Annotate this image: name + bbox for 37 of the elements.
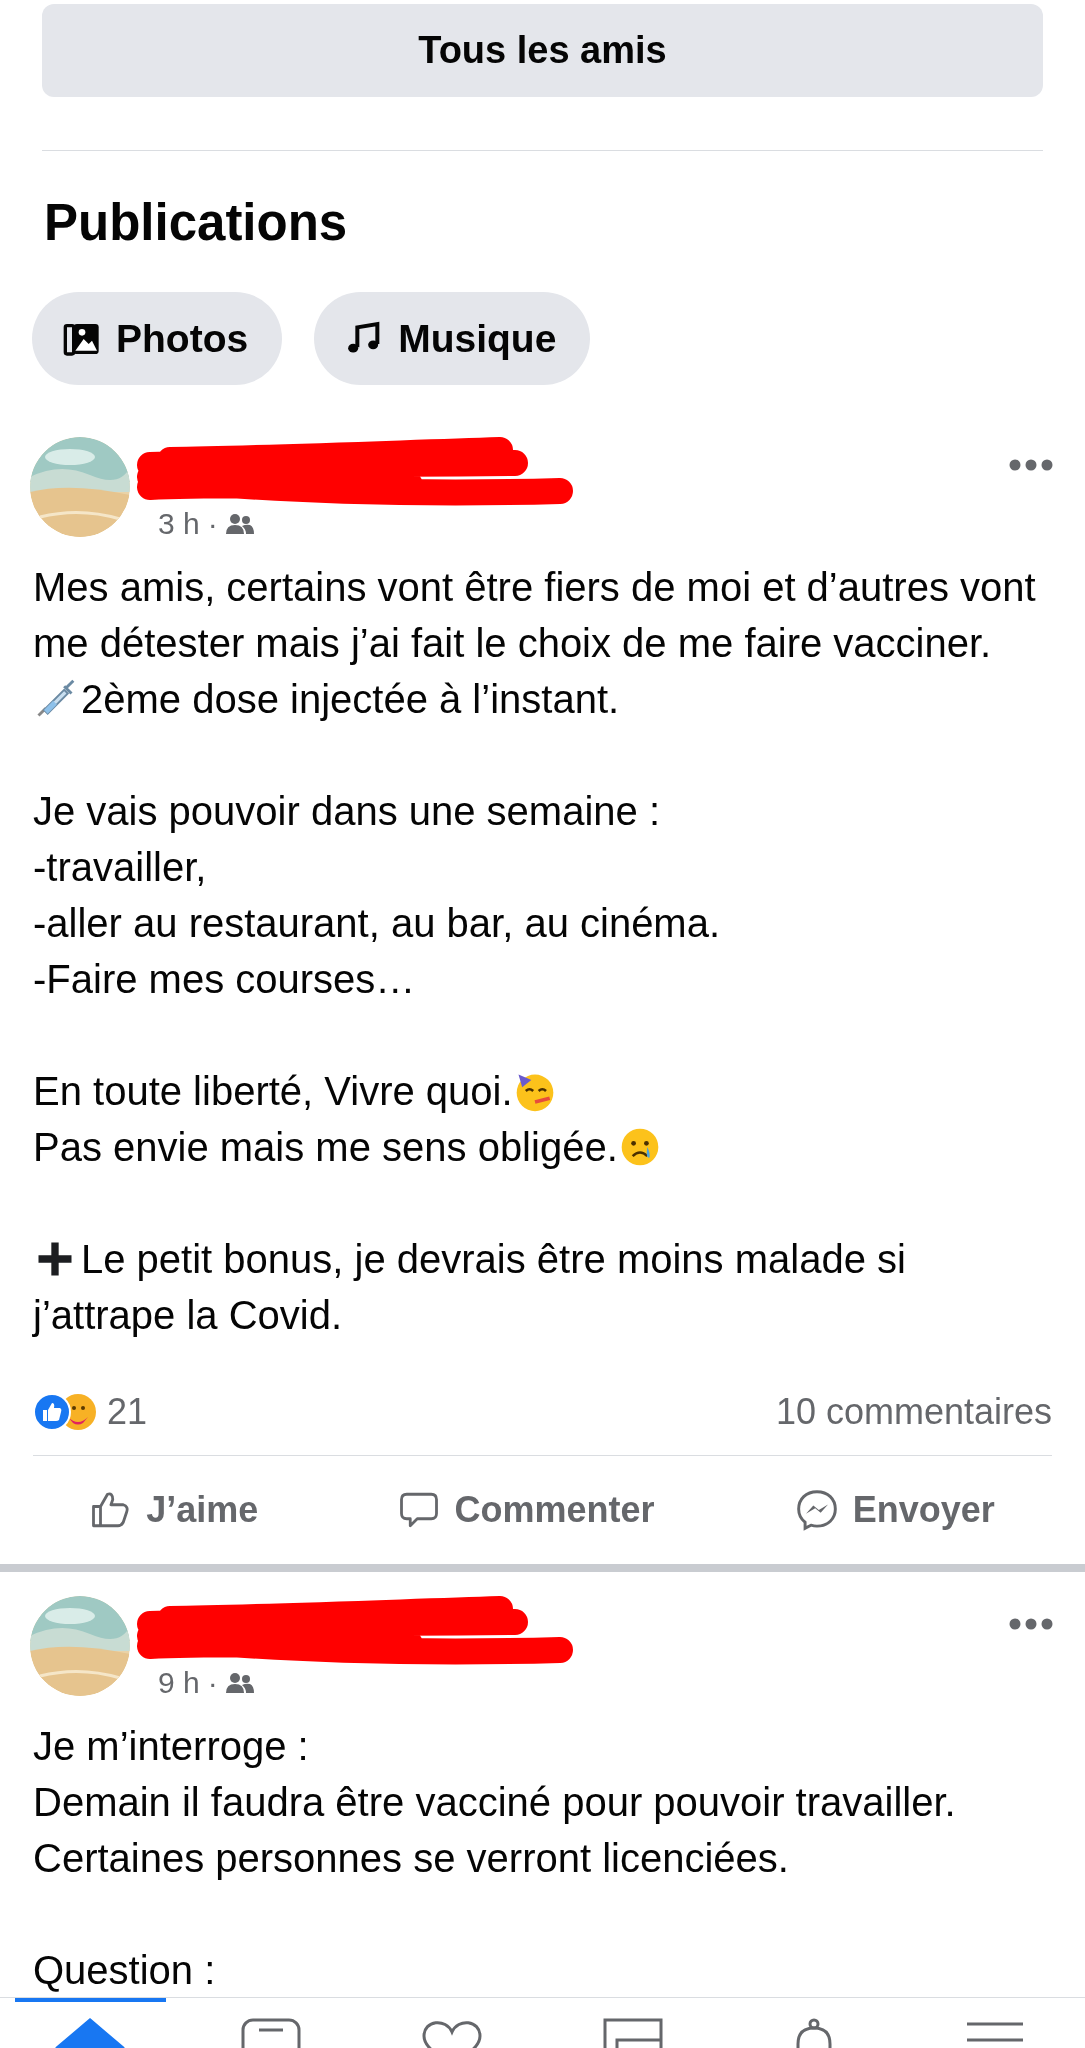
home-icon [55, 2018, 126, 2048]
post-time: 9 h [158, 1666, 200, 1700]
separator-dot: · [207, 1666, 218, 1700]
filter-chip[interactable]: Photos [32, 292, 283, 385]
nav-tab[interactable] [15, 1998, 166, 2048]
more-icon[interactable] [1009, 1618, 1053, 1630]
post-text-line: j’attrape la Covid. [33, 1292, 343, 1339]
post-text-line: me détester mais j’ai fait le choix de me faire vacciner. [33, 620, 992, 667]
post-text-line: Je vais pouvoir dans une semaine : [33, 788, 661, 835]
section-title: Publications [44, 195, 349, 251]
reaction-count: 21 [107, 1391, 148, 1433]
filter-chip[interactable]: Musique [314, 292, 591, 385]
reactions-icon [33, 1393, 99, 1431]
more-icon[interactable] [1009, 459, 1053, 471]
messenger-icon [794, 1488, 839, 1532]
post-text-line: -aller au restaurant, au bar, au cinéma. [33, 900, 721, 947]
post-text-line: 2ème dose injectée à l’instant. [81, 676, 620, 723]
post-text-line: Certaines personnes se verront licenciées. [33, 1835, 789, 1882]
post-text-line: Le petit bonus, je devrais être moins malade si [81, 1236, 906, 1283]
separator-dot: · [207, 507, 218, 541]
post-text-line: -Faire mes courses… [33, 956, 416, 1003]
comment-count[interactable]: 10 commentaires [775, 1391, 1052, 1433]
post-time: 3 h [158, 507, 200, 541]
post-text-line: -travailler, [33, 844, 207, 891]
send-action-button[interactable]: Envoyer [788, 1487, 1001, 1533]
like-action-button[interactable]: J’aime [84, 1488, 265, 1532]
post-text-line: En toute liberté, Vivre quoi. [33, 1068, 513, 1115]
comment-action-button[interactable]: Commenter [392, 1488, 661, 1532]
friends-icon [225, 512, 254, 536]
post-text-line: Question : [33, 1947, 216, 1994]
post-text-line: Mes amis, certains vont être fiers de moi et d’autres vont [33, 564, 1036, 611]
all-friends-button[interactable]: Tous les amis [42, 4, 1043, 97]
card-icon [241, 2018, 302, 2048]
post-text-line: Pas envie mais me sens obligée. [33, 1124, 618, 1171]
post-text-line: Demain il faudra être vacciné pour pouvoir travailler. [33, 1779, 956, 1826]
post-text-line: Je m’interroge : [33, 1723, 309, 1770]
friends-icon [225, 1671, 254, 1695]
